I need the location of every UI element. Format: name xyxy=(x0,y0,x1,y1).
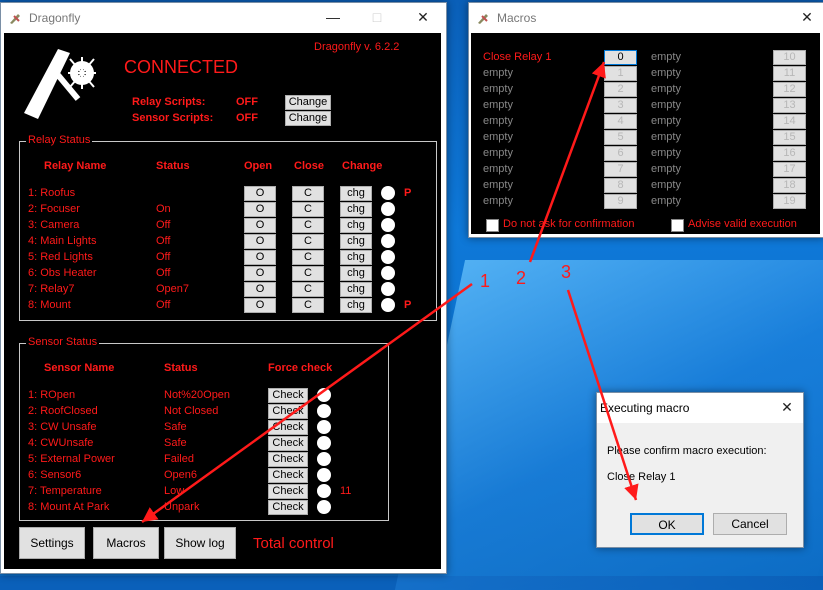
arrow-1 xyxy=(141,282,473,524)
arrow-3 xyxy=(566,289,639,501)
step-2-label: 2 xyxy=(516,268,527,288)
annotation-arrows xyxy=(141,61,639,524)
step-1-label: 1 xyxy=(480,271,491,291)
step-3-label: 3 xyxy=(561,262,572,282)
arrow-2 xyxy=(528,61,606,263)
